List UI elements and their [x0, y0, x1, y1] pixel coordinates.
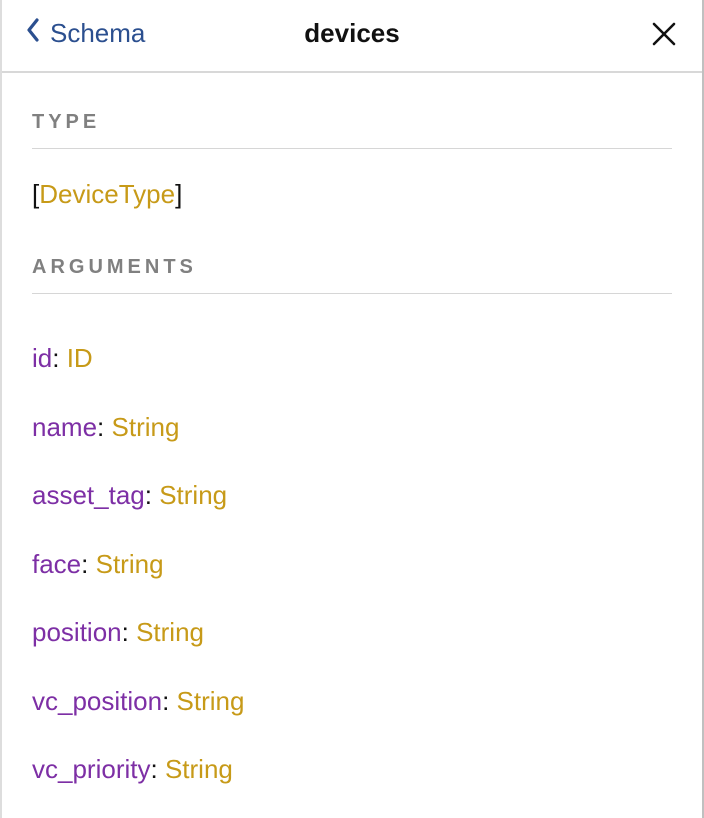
argument-type[interactable]: String — [96, 549, 164, 579]
section-label-arguments: ARGUMENTS — [32, 218, 672, 293]
argument-name[interactable]: id — [32, 343, 52, 373]
schema-doc-panel: Schema devices TYPE [DeviceType] ARGUMEN… — [0, 0, 704, 818]
argument-row: vc_position: String — [32, 667, 672, 736]
argument-type[interactable]: String — [112, 412, 180, 442]
back-button[interactable]: Schema — [26, 18, 145, 49]
argument-colon: : — [97, 412, 111, 442]
argument-colon: : — [81, 549, 95, 579]
close-icon — [650, 35, 678, 52]
panel-content: TYPE [DeviceType] ARGUMENTS id: IDname: … — [2, 73, 702, 818]
argument-name[interactable]: position — [32, 617, 122, 647]
argument-name[interactable]: face — [32, 549, 81, 579]
argument-row: position: String — [32, 598, 672, 667]
argument-colon: : — [122, 617, 136, 647]
section-label-type: TYPE — [32, 73, 672, 148]
panel-header: Schema devices — [2, 0, 702, 73]
chevron-left-icon — [26, 18, 40, 49]
argument-colon: : — [150, 754, 164, 784]
argument-colon: : — [145, 480, 159, 510]
argument-type[interactable]: String — [136, 617, 204, 647]
argument-row: vc_priority: String — [32, 735, 672, 804]
argument-row: name: String — [32, 393, 672, 462]
argument-name[interactable]: vc_position — [32, 686, 162, 716]
type-value: [DeviceType] — [32, 149, 672, 218]
arguments-list: id: IDname: Stringasset_tag: Stringface:… — [32, 294, 672, 818]
argument-type[interactable]: String — [177, 686, 245, 716]
argument-colon: : — [162, 686, 176, 716]
argument-row: face: String — [32, 530, 672, 599]
argument-name[interactable]: name — [32, 412, 97, 442]
type-bracket-close: ] — [175, 179, 182, 209]
argument-type[interactable]: String — [159, 480, 227, 510]
back-label: Schema — [50, 18, 145, 49]
argument-type[interactable]: ID — [67, 343, 93, 373]
type-link[interactable]: DeviceType — [39, 179, 175, 209]
argument-type[interactable]: String — [165, 754, 233, 784]
argument-name[interactable]: vc_priority — [32, 754, 150, 784]
argument-colon: : — [52, 343, 66, 373]
argument-row: id: ID — [32, 324, 672, 393]
argument-row: asset_tag: String — [32, 461, 672, 530]
argument-name[interactable]: asset_tag — [32, 480, 145, 510]
close-button[interactable] — [650, 20, 678, 48]
